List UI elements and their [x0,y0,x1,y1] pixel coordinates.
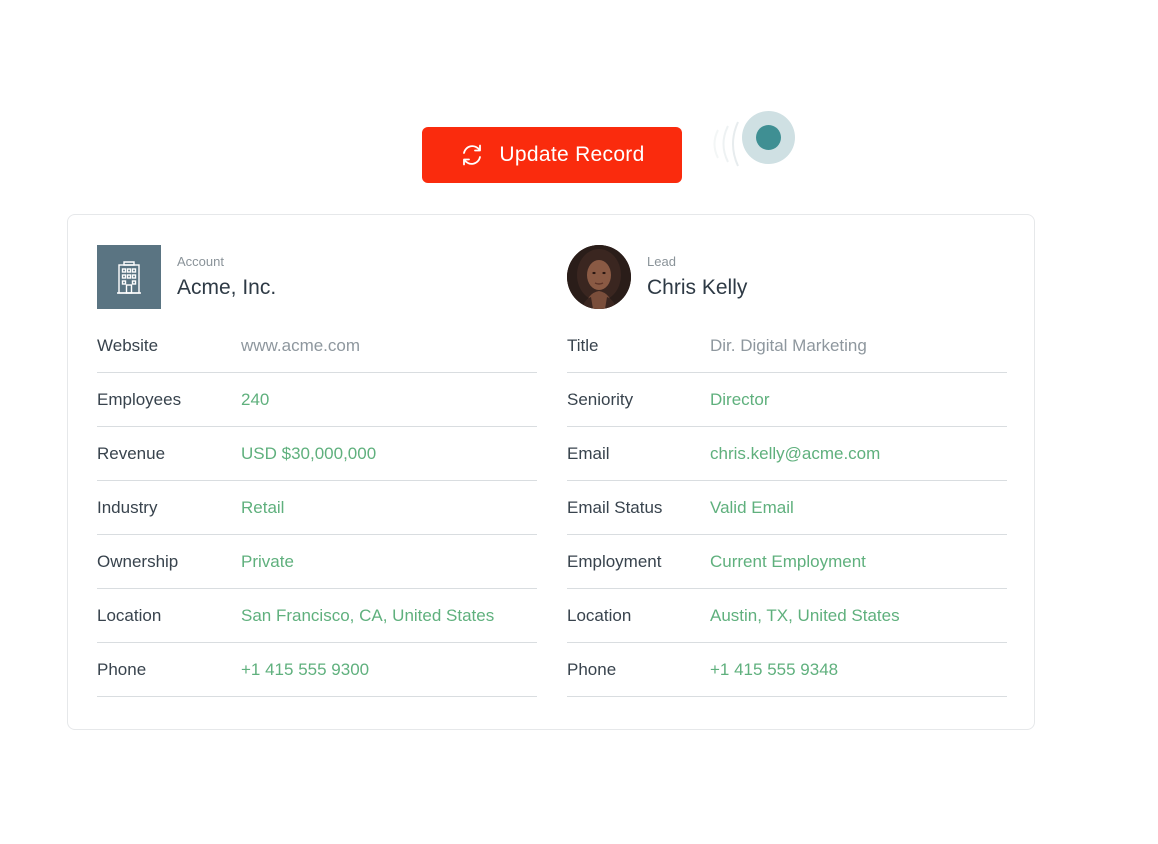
update-record-button[interactable]: Update Record [422,127,682,183]
field-value: Director [710,389,770,409]
lead-row-phone: Phone +1 415 555 9348 [567,643,1007,697]
field-value: Current Employment [710,551,866,571]
account-row-website: Website www.acme.com [97,319,537,373]
field-label: Employment [567,551,662,571]
field-label: Revenue [97,443,166,463]
lead-row-location: Location Austin, TX, United States [567,589,1007,643]
building-icon [97,245,161,309]
lead-row-title: Title Dir. Digital Marketing [567,319,1007,373]
cursor-dot [756,125,781,150]
field-value: San Francisco, CA, United States [241,605,495,625]
field-label: Location [97,605,162,625]
account-header: Account Acme, Inc. [97,245,537,309]
field-label: Phone [567,659,617,679]
field-value: USD $30,000,000 [241,443,377,463]
stage: Update Record Account Acme, Inc. Website… [0,0,1158,844]
update-record-label: Update Record [499,143,645,166]
field-label: Email Status [567,497,663,517]
field-value: Private [241,551,294,571]
field-value: 240 [241,389,270,409]
field-label: Location [567,605,632,625]
field-label: Phone [97,659,147,679]
field-value[interactable]: chris.kelly@acme.com [710,444,880,464]
field-value: Dir. Digital Marketing [710,335,867,355]
lead-fields: Title Dir. Digital Marketing Seniority D… [567,319,1007,697]
lead-header-text: Lead Chris Kelly [647,254,747,300]
account-panel: Account Acme, Inc. Website www.acme.com … [97,245,537,697]
record-card: Account Acme, Inc. Website www.acme.com … [67,214,1035,730]
field-value: Retail [241,497,285,517]
account-row-employees: Employees 240 [97,373,537,427]
account-row-ownership: Ownership Private [97,535,537,589]
field-value[interactable]: www.acme.com [241,336,360,356]
account-row-revenue: Revenue USD $30,000,000 [97,427,537,481]
field-label: Employees [97,389,182,409]
account-header-text: Account Acme, Inc. [177,254,276,300]
account-row-industry: Industry Retail [97,481,537,535]
avatar [567,245,631,309]
field-value: +1 415 555 9300 [241,659,370,679]
field-label: Industry [97,497,158,517]
lead-row-email: Email chris.kelly@acme.com [567,427,1007,481]
lead-row-employment: Employment Current Employment [567,535,1007,589]
account-name: Acme, Inc. [177,276,277,299]
lead-kicker: Lead [647,254,676,269]
lead-panel: Lead Chris Kelly Title Dir. Digital Mark… [567,245,1007,697]
account-row-location: Location San Francisco, CA, United State… [97,589,537,643]
field-label: Ownership [97,551,179,571]
account-kicker: Account [177,254,224,269]
field-value: Valid Email [710,497,794,517]
account-fields: Website www.acme.com Employees 240 Reven… [97,319,537,697]
lead-name: Chris Kelly [647,276,748,299]
field-label: Title [567,335,599,355]
field-value: +1 415 555 9348 [710,659,839,679]
refresh-icon [459,142,485,168]
lead-header: Lead Chris Kelly [567,245,1007,309]
lead-row-email-status: Email Status Valid Email [567,481,1007,535]
field-label: Website [97,335,159,355]
field-label: Email [567,443,610,463]
field-label: Seniority [567,389,634,409]
cursor-click-indicator [742,111,795,164]
lead-row-seniority: Seniority Director [567,373,1007,427]
field-value: Austin, TX, United States [710,605,900,625]
motion-trail-icon [713,121,739,167]
account-row-phone: Phone +1 415 555 9300 [97,643,537,697]
